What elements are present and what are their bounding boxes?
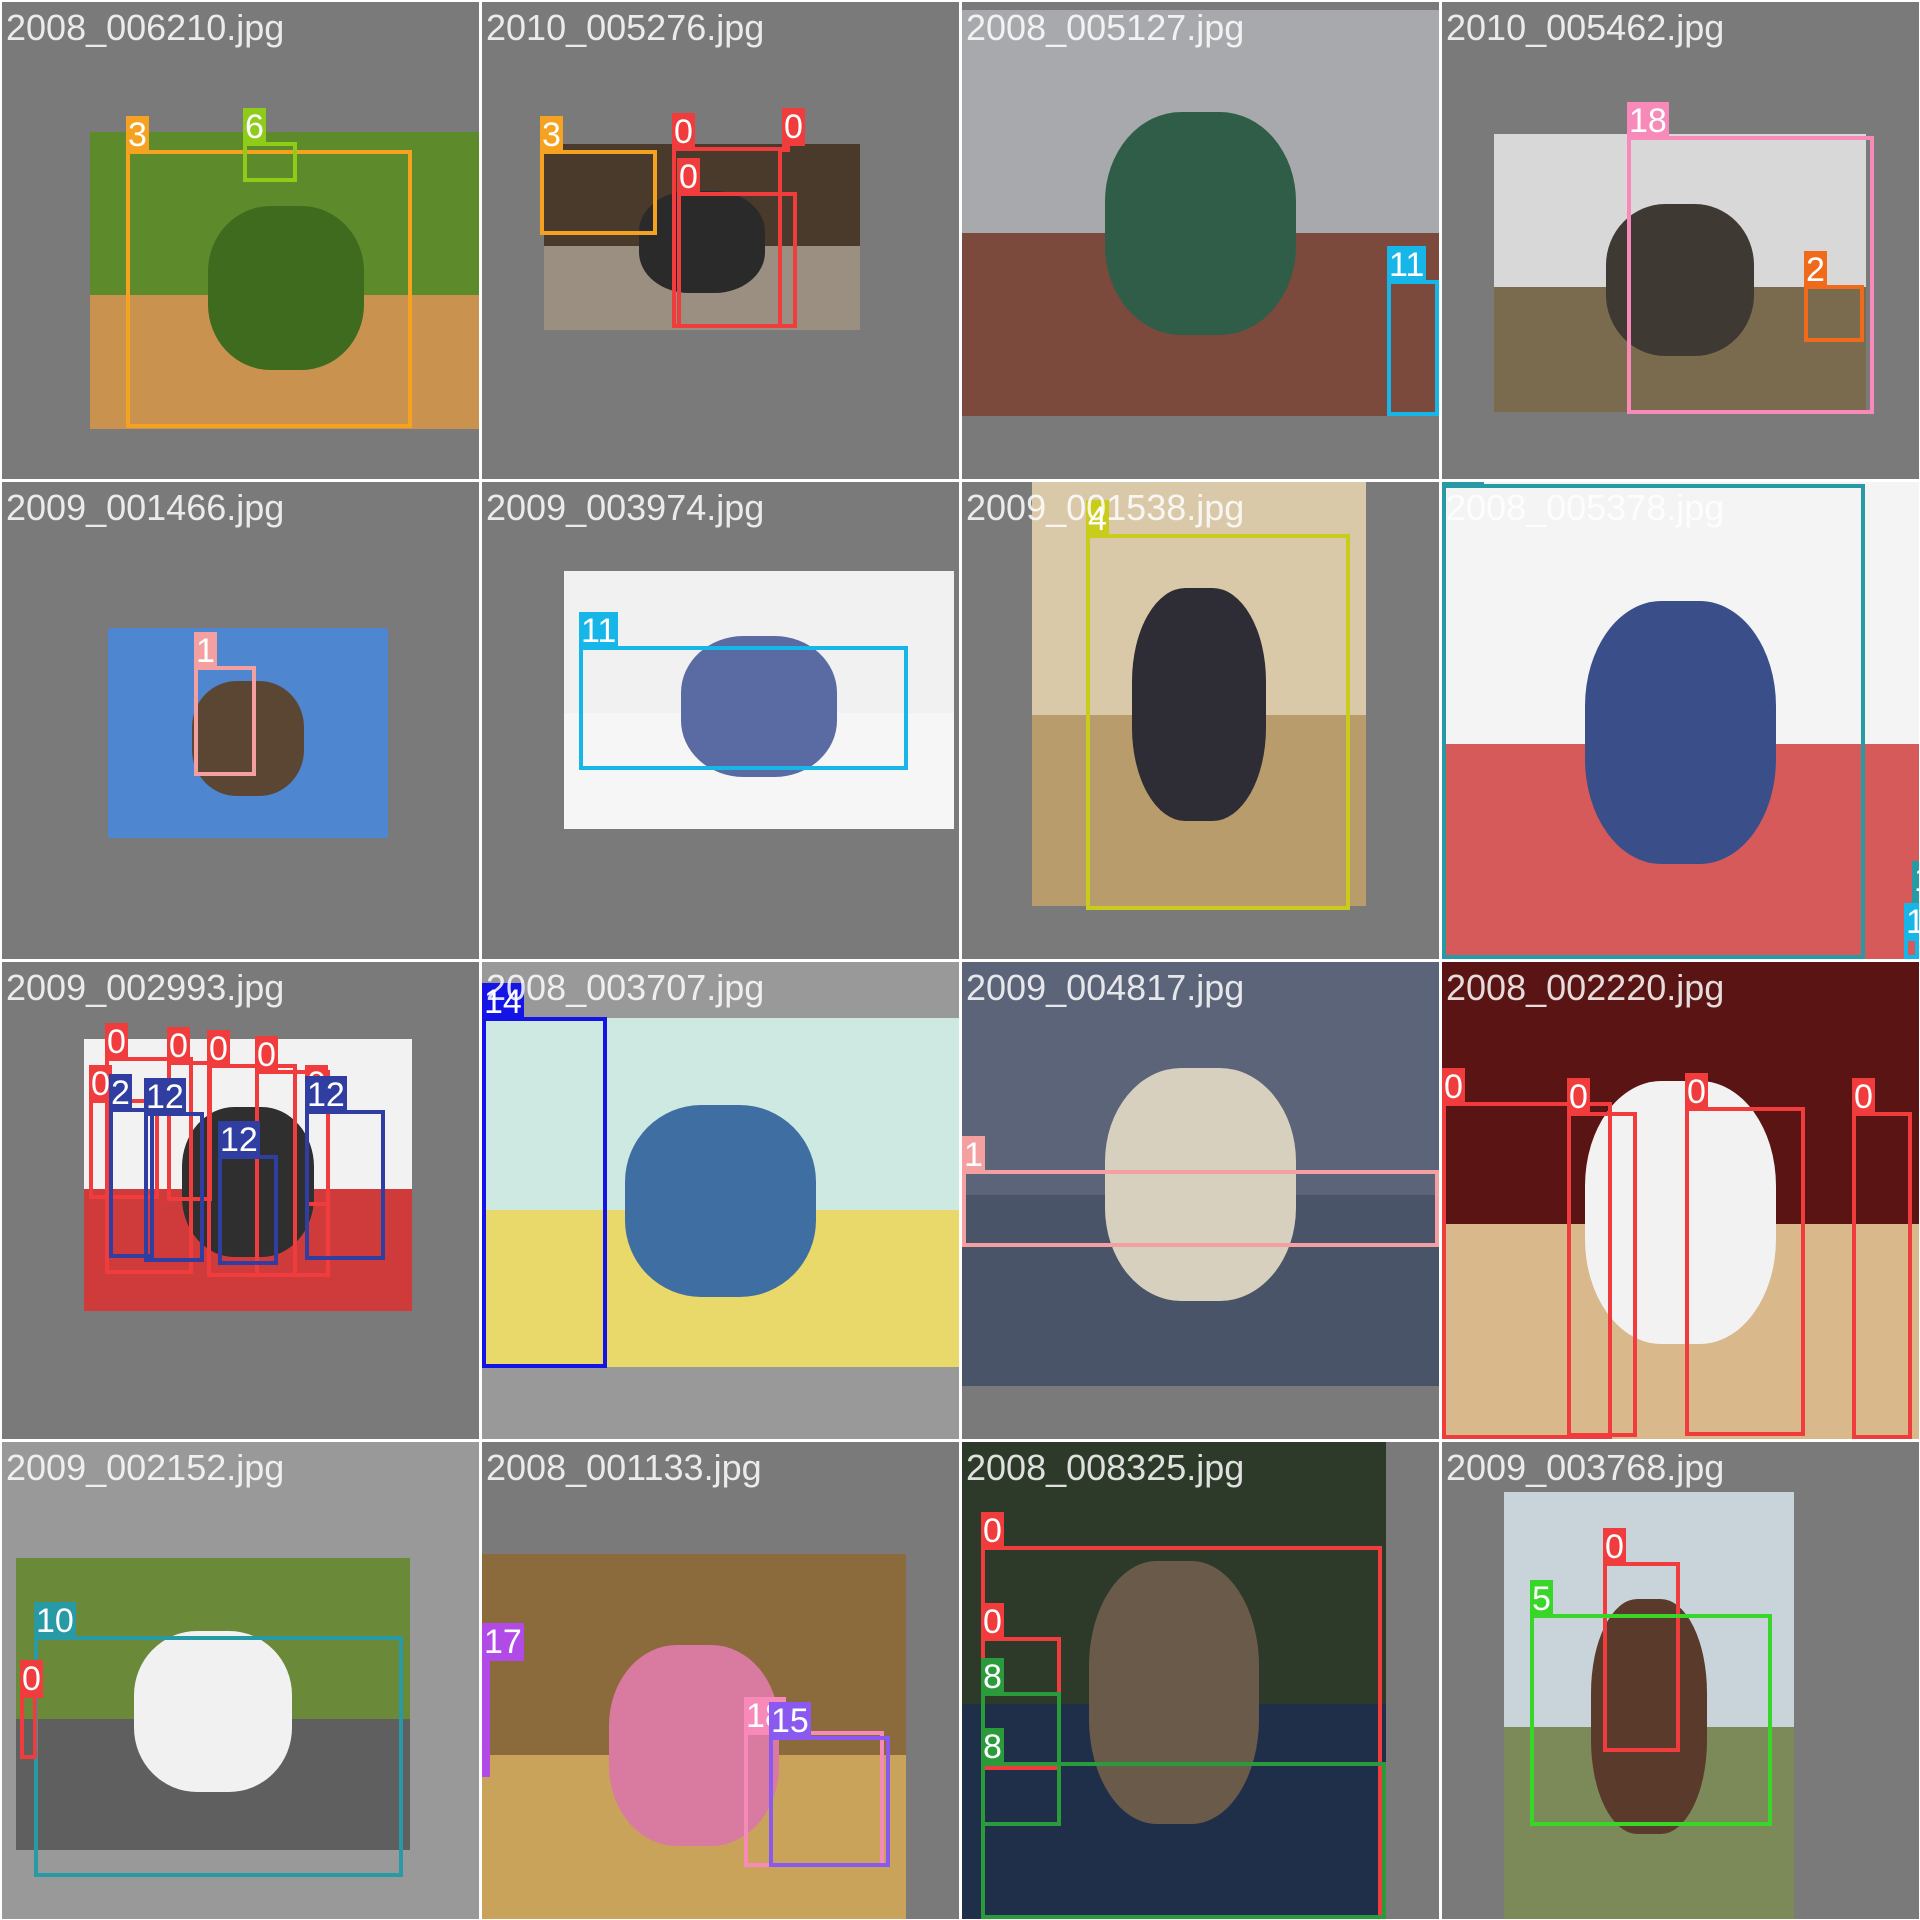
- mosaic-tile: 11 2009_003974.jpg: [482, 482, 959, 959]
- class-label: 5: [1530, 1580, 1553, 1618]
- class-label: 6: [243, 108, 266, 146]
- bounding-box: 8: [981, 1728, 1386, 1919]
- class-label: 0: [1442, 1068, 1465, 1106]
- bounding-box: 2: [1804, 251, 1864, 342]
- class-label: 0: [20, 1660, 43, 1698]
- mosaic-tile: 0 0 0 0 2008_002220.jpg: [1442, 962, 1919, 1439]
- class-label: 0: [672, 113, 695, 151]
- file-name: 2008_008325.jpg: [966, 1447, 1245, 1488]
- mosaic-tile: 11 2008_005127.jpg: [962, 2, 1439, 479]
- bounding-box: 1: [962, 1136, 1439, 1247]
- class-label: 0: [981, 1512, 1004, 1550]
- class-label: 0: [1603, 1528, 1626, 1566]
- file-name: 2008_005127.jpg: [966, 7, 1245, 48]
- mosaic-tile: 00000021212122009_002993.jpg: [2, 962, 479, 1439]
- bounding-box: 14: [482, 983, 607, 1368]
- class-label: 12: [144, 1078, 186, 1116]
- class-label: 0: [981, 1603, 1004, 1641]
- class-label: 1: [194, 632, 217, 670]
- class-label: 11: [1387, 246, 1427, 284]
- file-name: 2009_003974.jpg: [486, 487, 765, 528]
- class-label: 2: [109, 1074, 132, 1112]
- file-name: 2008_006210.jpg: [6, 7, 285, 48]
- file-name: 2008_002220.jpg: [1446, 967, 1725, 1008]
- class-label: 0: [207, 1030, 230, 1068]
- bounding-box: 10: [1442, 482, 1865, 959]
- mosaic-tile: 1 2009_001466.jpg: [2, 482, 479, 959]
- mosaic-tile: 1 2009_004817.jpg: [962, 962, 1439, 1439]
- mosaic-tile: 14 2008_003707.jpg: [482, 962, 959, 1439]
- class-label: 11: [579, 612, 619, 650]
- file-name: 2009_001538.jpg: [966, 487, 1245, 528]
- bounding-box: 17: [482, 1623, 524, 1777]
- bounding-box: 5: [1530, 1580, 1772, 1826]
- file-name: 2009_001466.jpg: [6, 487, 285, 528]
- bounding-box: 11: [1387, 246, 1439, 416]
- bounding-box: 3: [126, 116, 412, 428]
- class-label: 0: [1685, 1073, 1708, 1111]
- bounding-box: 1: [194, 632, 256, 776]
- file-name: 2008_001133.jpg: [486, 1447, 762, 1488]
- bounding-box: 11: [1904, 903, 1919, 959]
- class-label: 3: [126, 116, 149, 154]
- class-label: 15: [769, 1702, 811, 1740]
- bounding-box: 0: [782, 108, 805, 152]
- bounding-box: 18: [1627, 102, 1874, 414]
- bounding-box: 4: [1086, 500, 1350, 910]
- bounding-box: 10: [34, 1602, 403, 1877]
- mosaic-tile: 3 6 2008_006210.jpg: [2, 2, 479, 479]
- class-label: 10: [1912, 861, 1919, 899]
- bounding-box: 0: [20, 1660, 43, 1759]
- class-label: 0: [782, 108, 805, 146]
- mosaic-tile: 17 18 15 2008_001133.jpg: [482, 1442, 959, 1919]
- mosaic-tile: 4 2009_001538.jpg: [962, 482, 1439, 959]
- file-name: 2009_002152.jpg: [6, 1447, 285, 1488]
- class-label: 8: [981, 1658, 1004, 1696]
- bounding-box: 6: [243, 108, 297, 182]
- class-label: 1: [962, 1136, 985, 1174]
- image-preview: [962, 10, 1439, 416]
- mosaic-grid: 3 6 2008_006210.jpg 3 0 0 0 2010_005276.jpg 11 20…: [0, 0, 1920, 1920]
- file-name: 2009_002993.jpg: [6, 967, 285, 1008]
- file-name: 2010_005276.jpg: [486, 7, 765, 48]
- bounding-box: 0: [1685, 1073, 1805, 1436]
- class-label: 3: [540, 116, 563, 154]
- class-label: 11: [1904, 903, 1919, 941]
- file-name: 2009_003768.jpg: [1446, 1447, 1725, 1488]
- class-label: 8: [981, 1728, 1004, 1766]
- bounding-box: 12: [218, 1121, 278, 1265]
- bounding-box: 0: [1567, 1078, 1637, 1437]
- mosaic-tile: 10 10 11 2008_005378.jpg: [1442, 482, 1919, 959]
- class-label: 10: [34, 1602, 76, 1640]
- class-label: 0: [1567, 1078, 1590, 1116]
- class-label: 0: [1852, 1078, 1875, 1116]
- file-name: 2010_005462.jpg: [1446, 7, 1725, 48]
- class-label: 0: [255, 1036, 278, 1074]
- bounding-box: 15: [769, 1702, 890, 1867]
- class-label: 0: [167, 1027, 190, 1065]
- class-label: 0: [677, 158, 700, 196]
- file-name: 2009_004817.jpg: [966, 967, 1245, 1008]
- class-label: 17: [482, 1623, 524, 1661]
- class-label: 12: [305, 1076, 347, 1114]
- bounding-box: 3: [540, 116, 657, 235]
- class-label: 0: [105, 1023, 128, 1061]
- bounding-box: 12: [305, 1076, 385, 1260]
- mosaic-tile: 10 0 2009_002152.jpg: [2, 1442, 479, 1919]
- mosaic-tile: 0 0 8 8 2008_008325.jpg: [962, 1442, 1439, 1919]
- class-label: 12: [218, 1121, 260, 1159]
- bounding-box: 0: [677, 158, 797, 328]
- bounding-box: 0: [1852, 1078, 1912, 1439]
- class-label: 18: [1627, 102, 1669, 140]
- bounding-box: 11: [579, 612, 908, 770]
- class-label: 2: [1804, 251, 1827, 289]
- file-name: 2008_005378.jpg: [1446, 487, 1725, 528]
- bounding-box: 12: [144, 1078, 204, 1262]
- file-name: 2008_003707.jpg: [486, 967, 765, 1008]
- mosaic-tile: 3 0 0 0 2010_005276.jpg: [482, 2, 959, 479]
- mosaic-tile: 18 2 2010_005462.jpg: [1442, 2, 1919, 479]
- mosaic-tile: 0 5 2009_003768.jpg: [1442, 1442, 1919, 1919]
